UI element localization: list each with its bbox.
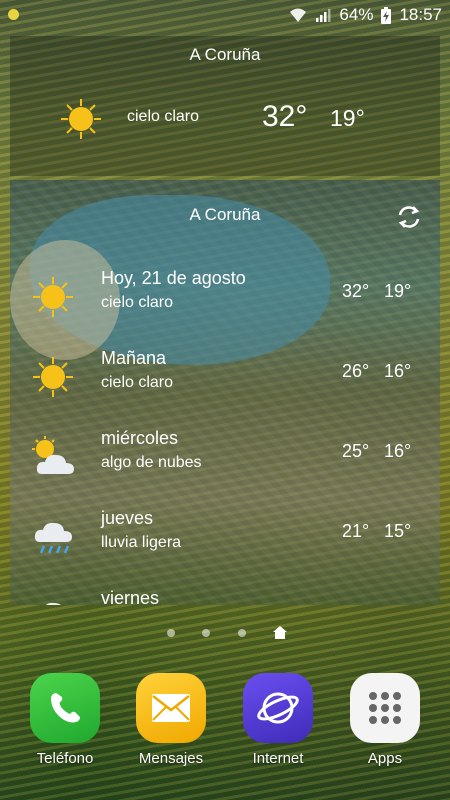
page-dot[interactable]	[202, 629, 210, 637]
globe-icon[interactable]	[243, 673, 313, 743]
current-city: A Coruña	[189, 45, 261, 64]
rain-icon	[32, 516, 78, 563]
page-dot[interactable]	[238, 629, 246, 637]
forecast-high: 21°	[342, 521, 370, 541]
apps-drawer[interactable]: Apps	[340, 673, 430, 767]
home-page-icon[interactable]	[273, 626, 287, 644]
app-label: Mensajes	[138, 750, 204, 767]
mail-icon[interactable]	[136, 673, 206, 743]
sun-icon	[60, 98, 102, 145]
clock: 18:57	[399, 5, 442, 24]
forecast-condition: algo de nubes	[101, 454, 202, 471]
notification-dot	[8, 9, 19, 20]
phone-app[interactable]: Teléfono	[20, 673, 110, 767]
page-dot[interactable]	[167, 629, 175, 637]
forecast-row-tomorrow[interactable]: Mañana cielo claro 26° 16°	[10, 348, 440, 428]
cloud-icon	[32, 596, 78, 605]
forecast-high: 25°	[342, 441, 370, 461]
app-label: Apps	[367, 750, 403, 767]
forecast-row-thursday[interactable]: jueves lluvia ligera 21° 15°	[10, 508, 440, 588]
app-label: Teléfono	[36, 750, 94, 767]
forecast-day: miércoles	[101, 428, 179, 448]
refresh-icon[interactable]	[396, 204, 422, 235]
status-bar: 64% 18:57	[0, 0, 450, 30]
current-weather-widget[interactable]: A Coruña cielo claro 32° 19°	[10, 36, 440, 176]
partly-cloudy-icon	[32, 436, 78, 483]
forecast-row-friday[interactable]: viernes	[10, 588, 440, 605]
current-high-temp: 32°	[262, 100, 308, 133]
wifi-icon	[289, 7, 307, 23]
sun-icon	[32, 356, 74, 403]
forecast-high: 26°	[342, 361, 370, 381]
page-indicator[interactable]	[0, 626, 450, 640]
forecast-low: 16°	[384, 361, 412, 381]
messages-app[interactable]: Mensajes	[126, 673, 216, 767]
forecast-low: 19°	[384, 281, 412, 301]
forecast-low: 16°	[384, 441, 412, 461]
phone-icon[interactable]	[30, 673, 100, 743]
app-label: Internet	[252, 750, 304, 767]
forecast-high: 32°	[342, 281, 370, 301]
forecast-day: jueves	[101, 508, 154, 528]
forecast-condition: cielo claro	[101, 374, 174, 391]
current-condition: cielo claro	[127, 108, 200, 125]
battery-percent: 64%	[339, 5, 374, 24]
forecast-day: viernes	[101, 588, 160, 605]
signal-icon	[315, 7, 331, 23]
current-low-temp: 19°	[330, 105, 365, 131]
forecast-condition: lluvia ligera	[101, 534, 182, 551]
app-dock: Teléfono Mensajes Internet Apps	[0, 673, 450, 773]
forecast-widget[interactable]: A Coruña Hoy, 21 de agosto cielo claro 3…	[10, 180, 440, 605]
forecast-low: 15°	[384, 521, 412, 541]
forecast-row-wednesday[interactable]: miércoles algo de nubes 25° 16°	[10, 428, 440, 508]
forecast-condition: cielo claro	[101, 294, 174, 311]
sun-icon	[32, 276, 74, 323]
forecast-row-today[interactable]: Hoy, 21 de agosto cielo claro 32° 19°	[10, 268, 440, 348]
forecast-day: Hoy, 21 de agosto	[101, 268, 246, 288]
apps-grid-icon[interactable]	[350, 673, 420, 743]
internet-app[interactable]: Internet	[233, 673, 323, 767]
forecast-day: Mañana	[101, 348, 167, 368]
forecast-city: A Coruña	[189, 205, 261, 224]
battery-charging-icon	[381, 6, 392, 24]
